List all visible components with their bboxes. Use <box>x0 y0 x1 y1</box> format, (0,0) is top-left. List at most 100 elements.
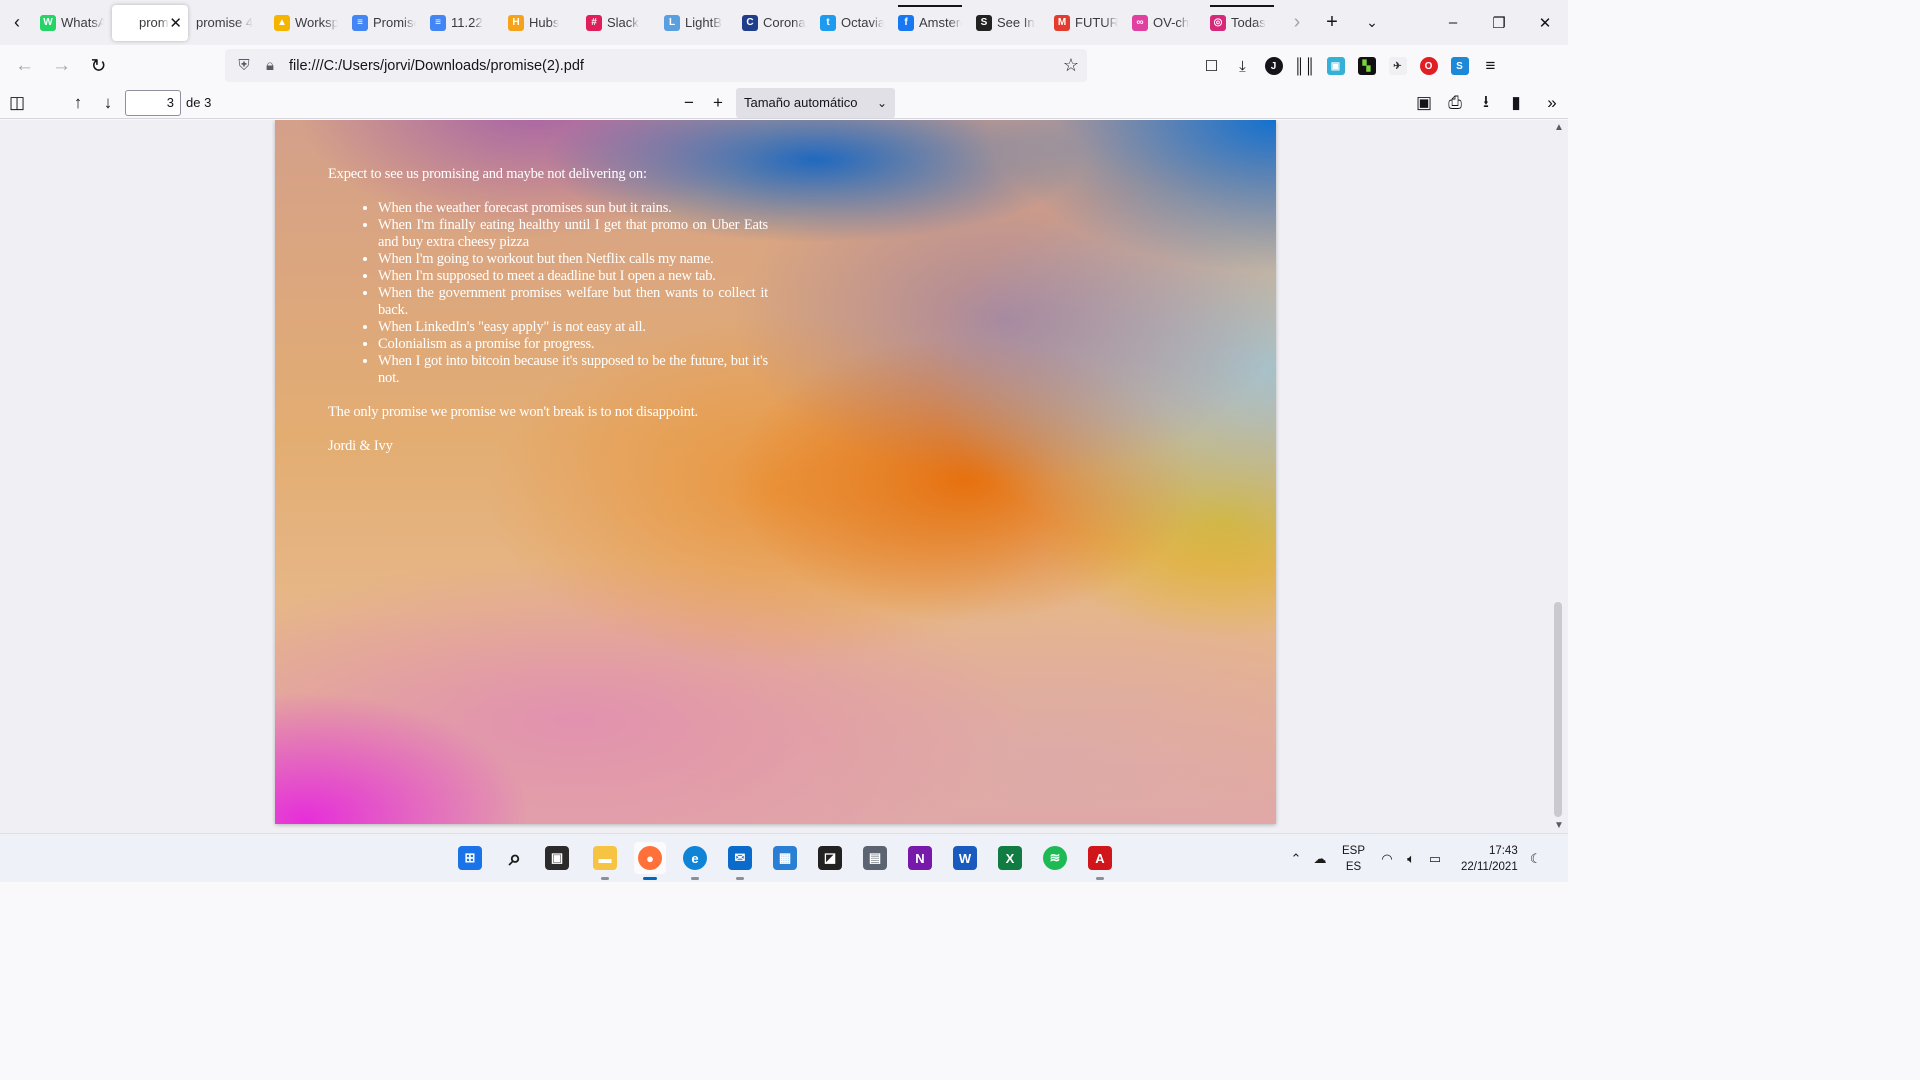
wifi-icon[interactable]: ◠ <box>1375 851 1399 867</box>
acrobat-taskbar-button[interactable]: A <box>1084 842 1116 880</box>
tab-8[interactable]: L LightB <box>658 5 734 41</box>
forward-button[interactable]: → <box>43 50 80 82</box>
previous-page-icon[interactable]: ↑ <box>63 87 93 119</box>
tab-5[interactable]: ≡ 11.22 <box>424 5 500 41</box>
tab-scroll-right-button[interactable]: › <box>1282 0 1312 45</box>
battery-icon[interactable]: ▭ <box>1423 851 1447 867</box>
tools-menu-icon[interactable]: » <box>1537 87 1567 119</box>
sidebar-toggle-icon[interactable]: ◫ <box>2 87 32 119</box>
onenote-icon: N <box>908 846 932 870</box>
tab-12[interactable]: S See In <box>970 5 1046 41</box>
bookmark-star-icon[interactable]: ☆ <box>1055 55 1087 76</box>
account-avatar-icon[interactable]: J <box>1258 51 1289 81</box>
downloads-icon[interactable]: ⤓ <box>1227 51 1258 81</box>
reload-button[interactable]: ↻ <box>80 50 117 82</box>
vertical-scrollbar[interactable]: ▲ ▼ <box>1550 120 1568 833</box>
menu-icon[interactable]: ≡ <box>1475 51 1506 81</box>
google-docs-icon: ≡ <box>352 14 368 31</box>
next-page-icon[interactable]: ↓ <box>93 87 123 119</box>
running-indicator <box>736 877 744 880</box>
pdf-page: Expect to see us promising and maybe not… <box>275 120 1276 824</box>
start-taskbar-button[interactable]: ⊞ <box>454 842 486 874</box>
task-view-taskbar-button[interactable]: ▣ <box>541 842 573 874</box>
close-tab-icon[interactable]: ✕ <box>169 14 182 32</box>
notifications-icon[interactable]: ☾ <box>1524 851 1548 867</box>
print-icon[interactable]: ⎙ <box>1440 87 1470 119</box>
spotify-taskbar-button[interactable]: ≋ <box>1039 842 1071 874</box>
language-bottom: ES <box>1345 860 1362 873</box>
save-pdf-icon[interactable]: ⭳ <box>1471 87 1501 119</box>
excel-taskbar-button[interactable]: X <box>994 842 1026 874</box>
library-icon[interactable]: ║║ <box>1289 51 1320 81</box>
tab-15[interactable]: ◎ Todas <box>1204 4 1280 41</box>
search-taskbar-button[interactable]: ⌕ <box>499 842 531 874</box>
seein-icon: S <box>976 14 992 31</box>
file-explorer-taskbar-button[interactable]: ▬ <box>589 842 621 880</box>
mail-taskbar-button[interactable]: ✉ <box>724 842 756 880</box>
tab-1[interactable]: promise✕ <box>112 4 188 41</box>
url-bar[interactable]: ⛨ 🔒︎ file:///C:/Users/jorvi/Downloads/pr… <box>225 49 1087 82</box>
start-icon: ⊞ <box>458 846 482 870</box>
sync-extension-icon[interactable]: S <box>1444 51 1475 81</box>
save-extension-icon[interactable]: ▣ <box>1320 51 1351 81</box>
volume-icon[interactable]: 🔈︎ <box>1399 851 1423 867</box>
qr-extension-icon[interactable]: ▚ <box>1351 51 1382 81</box>
tab-14[interactable]: ∞ OV-ch <box>1126 5 1202 41</box>
tab-9[interactable]: C Corona <box>736 5 812 41</box>
pocket-icon[interactable]: ☐ <box>1196 51 1227 81</box>
page-number-input[interactable]: 3 <box>125 90 181 116</box>
tab-title: Corona <box>763 15 806 30</box>
word-taskbar-button[interactable]: W <box>949 842 981 874</box>
onenote-taskbar-button[interactable]: N <box>904 842 936 874</box>
scroll-up-icon[interactable]: ▲ <box>1550 122 1568 133</box>
minimize-button[interactable]: – <box>1430 0 1476 45</box>
list-item: When I'm supposed to meet a deadline but… <box>378 268 768 285</box>
calendar-taskbar-button[interactable]: ▦ <box>769 842 801 874</box>
running-indicator <box>1096 877 1104 880</box>
onedrive-cloud-icon[interactable]: ☁ <box>1308 851 1332 867</box>
new-tab-button[interactable]: + <box>1312 0 1352 45</box>
running-indicator <box>691 877 699 880</box>
insecure-lock-icon[interactable]: 🔒︎ <box>257 57 283 74</box>
calculator-taskbar-button[interactable]: ▤ <box>859 842 891 874</box>
firefox-taskbar-button[interactable]: ● <box>634 842 666 880</box>
url-text[interactable]: file:///C:/Users/jorvi/Downloads/promise… <box>289 58 584 74</box>
list-all-tabs-button[interactable]: ⌄ <box>1352 0 1392 45</box>
navigation-toolbar: ← → ↻ ⛨ 🔒︎ file:///C:/Users/jorvi/Downlo… <box>0 45 1568 87</box>
tab-scroll-left-button[interactable]: ‹ <box>0 0 34 45</box>
tab-13[interactable]: M FUTURE <box>1048 5 1124 41</box>
tab-7[interactable]: # Slack <box>580 5 656 41</box>
tracking-protection-shield-icon[interactable]: ⛨ <box>231 57 257 74</box>
zoom-out-icon[interactable]: − <box>674 87 704 119</box>
back-button[interactable]: ← <box>6 50 43 82</box>
tab-10[interactable]: t Octavia <box>814 5 890 41</box>
close-window-button[interactable]: ✕ <box>1522 0 1568 45</box>
tab-2[interactable]: promise 4 <box>190 5 266 41</box>
input-language[interactable]: ESP ES <box>1342 843 1365 875</box>
sticky-notes-taskbar-button[interactable]: ◪ <box>814 842 846 874</box>
tampermonkey-extension-icon[interactable]: ✈ <box>1382 51 1413 81</box>
clock[interactable]: 17:43 22/11/2021 <box>1461 843 1518 875</box>
tab-3[interactable]: ▲ Workspace <box>268 5 344 41</box>
scrollbar-thumb[interactable] <box>1554 602 1562 817</box>
clock-time: 17:43 <box>1488 844 1518 857</box>
opera-extension-icon[interactable]: O <box>1413 51 1444 81</box>
bookmark-icon[interactable]: ▮ <box>1501 87 1531 119</box>
tab-11[interactable]: f Amsterdam <box>892 4 968 41</box>
tab-4[interactable]: ≡ Promise <box>346 5 422 41</box>
show-hidden-icons-icon[interactable]: ⌃ <box>1284 851 1308 867</box>
tab-0[interactable]: W WhatsApp <box>34 5 110 41</box>
signature-text: Jordi & Ivy <box>328 438 393 454</box>
zoom-in-icon[interactable]: + <box>703 87 733 119</box>
edge-taskbar-button[interactable]: e <box>679 842 711 880</box>
pdf-page-text: Expect to see us promising and maybe not… <box>328 166 768 472</box>
zoom-select[interactable]: Tamaño automático ⌄ <box>736 88 895 118</box>
google-drive-icon: ▲ <box>274 14 290 31</box>
excel-icon: X <box>998 846 1022 870</box>
scroll-down-icon[interactable]: ▼ <box>1550 820 1568 831</box>
pdf-viewer[interactable]: Expect to see us promising and maybe not… <box>0 120 1568 833</box>
restore-button[interactable]: ❐ <box>1476 0 1522 45</box>
tab-6[interactable]: H Hubs <box>502 5 578 41</box>
presentation-mode-icon[interactable]: ▣ <box>1409 87 1439 119</box>
list-item: When I'm going to workout but then Netfl… <box>378 251 768 268</box>
